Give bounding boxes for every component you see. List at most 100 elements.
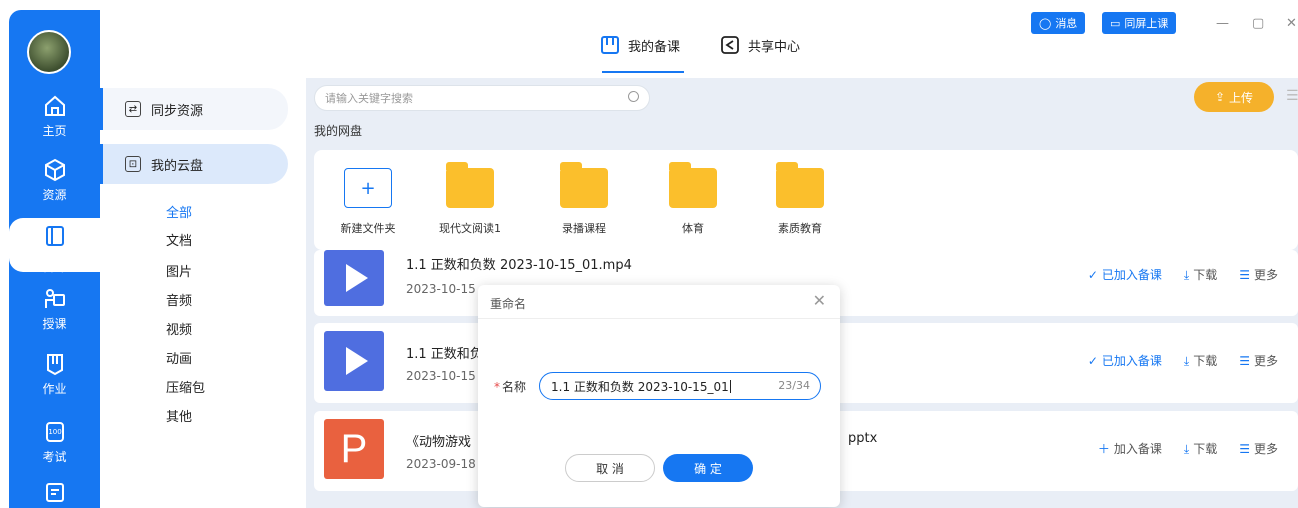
more-icon: ☰ bbox=[1239, 442, 1250, 456]
teach-icon bbox=[43, 287, 67, 311]
rail-label: 考试 bbox=[42, 450, 67, 464]
download-icon: ⤓ bbox=[1183, 442, 1190, 456]
search-placeholder: 请输入关键字搜索 bbox=[325, 92, 413, 105]
upload-button[interactable]: ⇪ 上传 bbox=[1194, 82, 1274, 112]
file-name-tail: pptx bbox=[848, 431, 878, 446]
message-button[interactable]: ◯ 消息 bbox=[1031, 12, 1086, 34]
folder-label: 录播课程 bbox=[562, 222, 606, 235]
download-button[interactable]: ⤓ 下载 bbox=[1184, 266, 1217, 283]
added-to-prep-button[interactable]: ✓ 已加入备课 bbox=[1088, 266, 1162, 283]
added-label: 已加入备课 bbox=[1101, 268, 1162, 282]
check-icon: ✓ bbox=[1087, 354, 1098, 368]
search-input[interactable]: 请输入关键字搜索 bbox=[314, 85, 650, 111]
category-all[interactable]: 全部 bbox=[166, 202, 192, 221]
folder-strip: + 新建文件夹 现代文阅读1 录播课程 体育 素质教育 bbox=[314, 150, 1298, 250]
dialog-title: 重命名 bbox=[490, 297, 527, 311]
more-button[interactable]: ☰ 更多 bbox=[1239, 352, 1278, 369]
subnav-label: 同步资源 bbox=[151, 103, 204, 119]
rail-item-home[interactable]: 主页 bbox=[9, 94, 100, 146]
minimize-button[interactable]: — bbox=[1216, 16, 1229, 31]
folder-icon bbox=[669, 162, 717, 208]
added-label: 已加入备课 bbox=[1101, 354, 1162, 368]
category-video[interactable]: 视频 bbox=[166, 319, 192, 338]
download-label: 下载 bbox=[1193, 354, 1218, 368]
folder-label: 现代文阅读1 bbox=[439, 222, 501, 235]
category-document[interactable]: 文档 bbox=[166, 230, 192, 249]
rail-item-homework[interactable]: 作业 bbox=[9, 352, 100, 404]
tab-label: 我的备课 bbox=[628, 39, 681, 55]
tab-my-prep[interactable]: 我的备课 bbox=[600, 35, 680, 55]
category-image[interactable]: 图片 bbox=[166, 261, 192, 280]
confirm-button[interactable]: 确 定 bbox=[663, 454, 753, 482]
folder-label: 素质教育 bbox=[778, 222, 822, 235]
rename-dialog: 重命名 ✕ * 名称 1.1 正数和负数 2023-10-15_01 23/34 … bbox=[478, 285, 840, 507]
download-icon: ⤓ bbox=[1183, 268, 1190, 282]
folder-item[interactable]: 素质教育 bbox=[760, 162, 840, 236]
video-thumb-icon bbox=[324, 331, 384, 391]
share-icon bbox=[720, 35, 740, 55]
screen-icon: ▭ bbox=[1110, 16, 1121, 30]
download-label: 下载 bbox=[1193, 268, 1218, 282]
folder-label: 新建文件夹 bbox=[340, 222, 396, 235]
category-audio[interactable]: 音频 bbox=[166, 290, 192, 309]
cancel-button[interactable]: 取 消 bbox=[565, 454, 655, 482]
check-icon: ✓ bbox=[1087, 268, 1098, 282]
new-folder-icon: + bbox=[344, 168, 392, 208]
ppt-thumb-icon: P bbox=[324, 419, 384, 479]
close-icon[interactable]: ✕ bbox=[813, 291, 826, 310]
category-other[interactable]: 其他 bbox=[166, 406, 192, 425]
more-label: 更多 bbox=[1253, 442, 1278, 456]
rail-item-teach[interactable]: 授课 bbox=[9, 287, 100, 339]
rail-label: 作业 bbox=[42, 382, 67, 396]
download-icon: ⤓ bbox=[1183, 354, 1190, 368]
breadcrumb: 我的网盘 bbox=[314, 124, 363, 138]
rail-label: 授课 bbox=[42, 317, 67, 331]
name-input[interactable]: 1.1 正数和负数 2023-10-15_01 23/34 bbox=[539, 372, 821, 400]
search-icon[interactable] bbox=[628, 91, 639, 102]
cube-icon bbox=[43, 158, 67, 182]
add-label: 加入备课 bbox=[1113, 442, 1162, 456]
category-archive[interactable]: 压缩包 bbox=[166, 377, 205, 396]
folder-item[interactable]: 体育 bbox=[653, 162, 733, 236]
rail-item-resource[interactable]: 资源 bbox=[9, 158, 100, 210]
divider bbox=[478, 318, 840, 319]
avatar[interactable] bbox=[27, 30, 71, 74]
rail-label: 主页 bbox=[42, 124, 67, 138]
more-button[interactable]: ☰ 更多 bbox=[1239, 266, 1278, 283]
prep-icon bbox=[600, 35, 620, 55]
file-name: 1.1 正数和负 bbox=[406, 347, 483, 362]
new-folder-button[interactable]: + 新建文件夹 bbox=[328, 168, 408, 236]
plus-icon: ＋ bbox=[1097, 442, 1110, 456]
more-button[interactable]: ☰ 更多 bbox=[1239, 440, 1278, 457]
folder-item[interactable]: 现代文阅读1 bbox=[430, 162, 510, 236]
file-date: 2023-10-15 bbox=[406, 369, 476, 383]
file-actions: ✓ 已加入备课 ⤓ 下载 ☰ 更多 bbox=[1088, 352, 1278, 369]
folder-icon bbox=[446, 162, 494, 208]
rail-item-more[interactable] bbox=[9, 480, 100, 508]
download-button[interactable]: ⤓ 下载 bbox=[1184, 440, 1217, 457]
close-button[interactable]: ✕ bbox=[1286, 16, 1297, 31]
sync-icon: ⇄ bbox=[125, 101, 141, 117]
book-icon bbox=[43, 224, 67, 248]
rail-item-exam[interactable]: 100 考试 bbox=[9, 420, 100, 472]
message-icon: ◯ bbox=[1039, 16, 1052, 30]
screen-share-button[interactable]: ▭ 同屏上课 bbox=[1102, 12, 1177, 34]
subnav-label: 我的云盘 bbox=[151, 158, 204, 174]
svg-text:100: 100 bbox=[48, 428, 61, 436]
top-bar: 我的备课 共享中心 ◯ 消息 ▭ 同屏上课 — ▢ ✕ bbox=[100, 0, 1298, 78]
category-animation[interactable]: 动画 bbox=[166, 348, 192, 367]
file-actions: ＋加入备课 ⤓ 下载 ☰ 更多 bbox=[1098, 440, 1278, 457]
subnav-my-cloud[interactable]: ⊡ 我的云盘 bbox=[100, 144, 288, 184]
calendar-icon bbox=[43, 480, 67, 504]
folder-label: 体育 bbox=[682, 222, 704, 235]
folder-item[interactable]: 录播课程 bbox=[544, 162, 624, 236]
subnav-sync-resource[interactable]: ⇄ 同步资源 bbox=[100, 88, 288, 130]
more-label: 更多 bbox=[1253, 268, 1278, 282]
tab-share-center[interactable]: 共享中心 bbox=[720, 35, 800, 55]
add-to-prep-button[interactable]: ＋加入备课 bbox=[1098, 440, 1162, 457]
file-date: 2023-10-15 bbox=[406, 282, 476, 296]
added-to-prep-button[interactable]: ✓ 已加入备课 bbox=[1088, 352, 1162, 369]
list-menu-icon[interactable]: ☰ bbox=[1286, 88, 1298, 104]
maximize-button[interactable]: ▢ bbox=[1252, 16, 1264, 31]
download-button[interactable]: ⤓ 下载 bbox=[1184, 352, 1217, 369]
